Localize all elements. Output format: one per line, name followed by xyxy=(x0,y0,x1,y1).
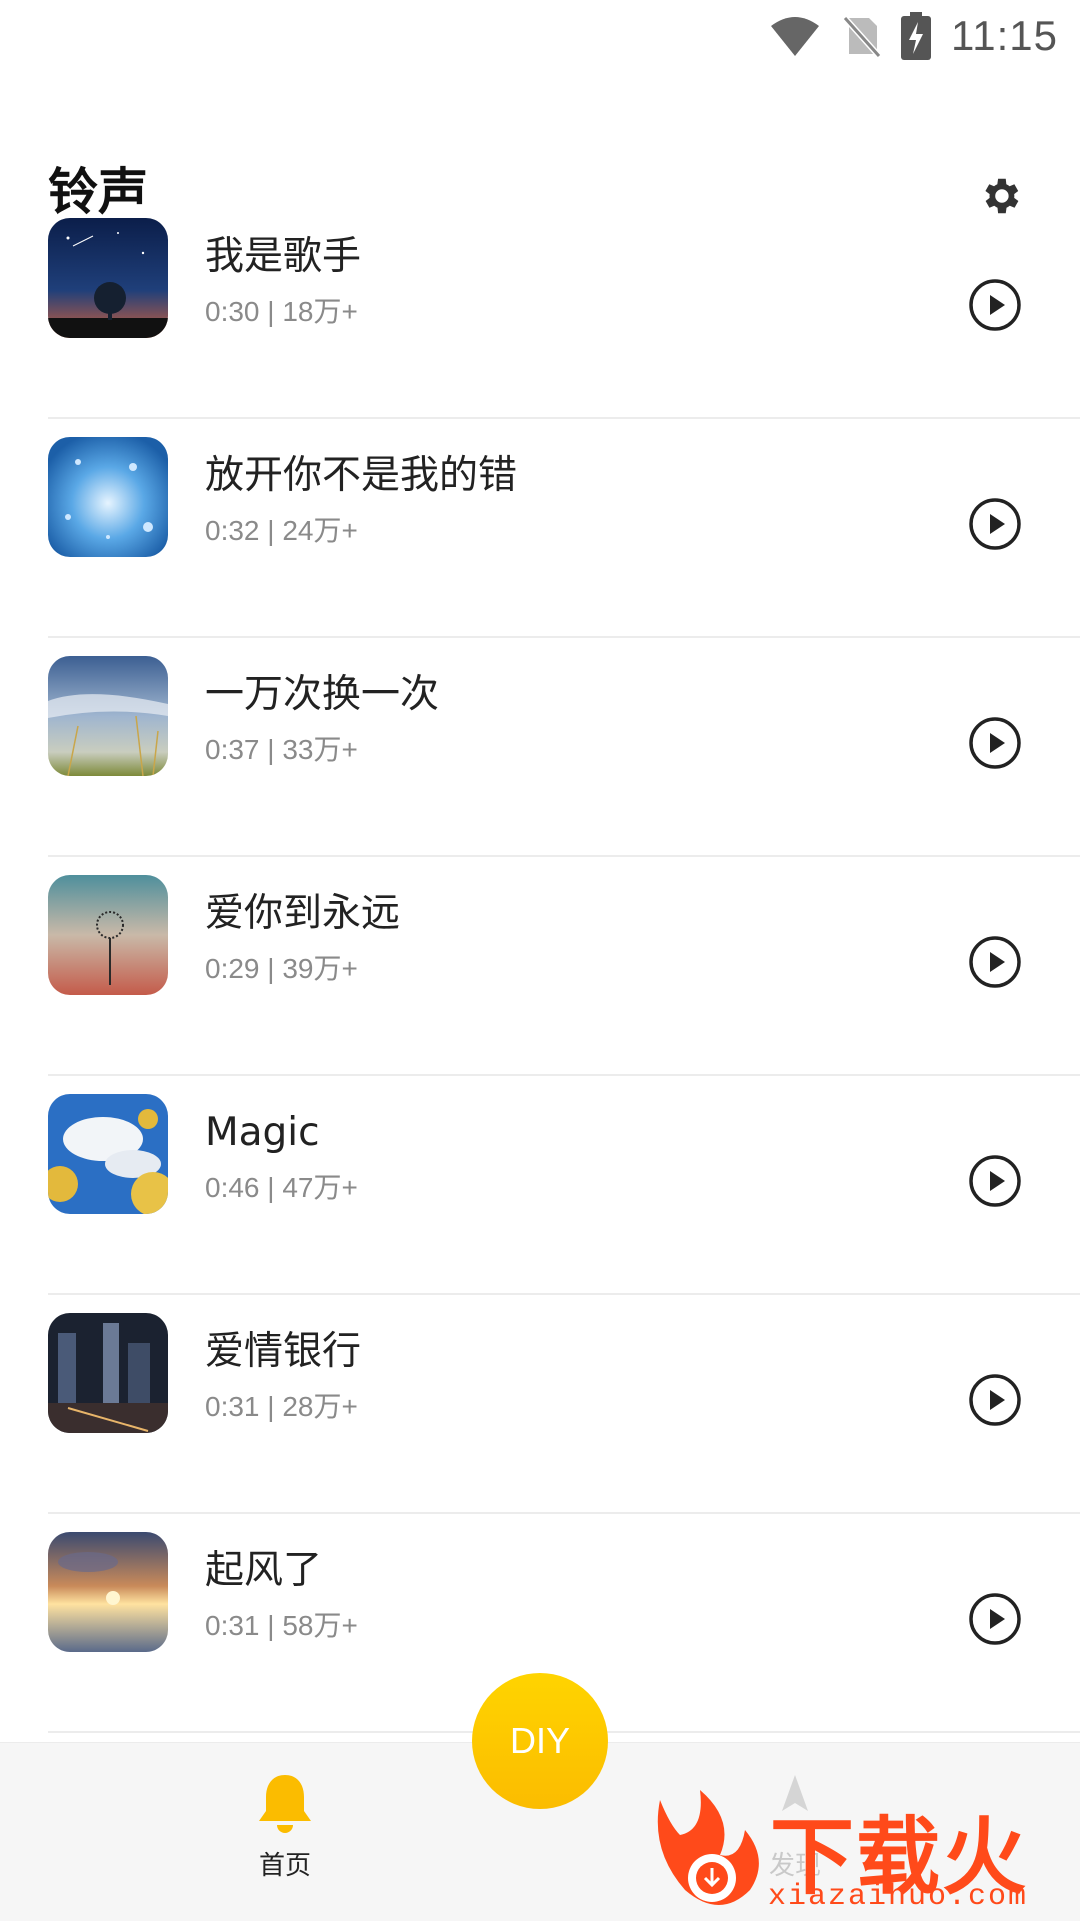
cover-image xyxy=(48,1313,168,1433)
bell-icon xyxy=(259,1775,311,1833)
cover-image xyxy=(48,1094,168,1214)
cover-image xyxy=(48,218,168,338)
status-icons: 11:15 xyxy=(769,8,1058,64)
play-button[interactable] xyxy=(968,1373,1022,1427)
battery-charging-icon xyxy=(901,12,931,60)
ringtone-meta: 0:29 | 39万+ xyxy=(205,953,358,984)
play-icon xyxy=(969,1155,1021,1207)
list-item[interactable]: 爱你到永远 0:29 | 39万+ xyxy=(0,857,1080,1076)
play-icon xyxy=(969,717,1021,769)
ringtone-meta: 0:46 | 47万+ xyxy=(205,1172,358,1203)
play-icon xyxy=(969,1593,1021,1645)
list-item[interactable]: Magic 0:46 | 47万+ xyxy=(0,1076,1080,1295)
cover-image xyxy=(48,656,168,776)
ringtone-title: 一万次换一次 xyxy=(205,672,440,717)
ringtone-title: 起风了 xyxy=(205,1548,323,1593)
ringtone-meta: 0:30 | 18万+ xyxy=(205,296,358,327)
play-icon xyxy=(969,279,1021,331)
ringtone-meta: 0:37 | 33万+ xyxy=(205,734,358,765)
wifi-icon xyxy=(769,14,821,58)
cover-image xyxy=(48,1532,168,1652)
cover-image xyxy=(48,875,168,995)
ringtone-title: 爱你到永远 xyxy=(205,891,401,936)
list-item[interactable]: 我是歌手 0:30 | 18万+ xyxy=(0,200,1080,419)
ringtone-title: 爱情银行 xyxy=(205,1329,362,1374)
play-button[interactable] xyxy=(968,1154,1022,1208)
list-item[interactable]: 放开你不是我的错 0:32 | 24万+ xyxy=(0,419,1080,638)
ringtone-meta: 0:31 | 58万+ xyxy=(205,1610,358,1641)
ringtone-title: 我是歌手 xyxy=(205,234,362,279)
play-button[interactable] xyxy=(968,716,1022,770)
watermark-url: xiazaihuo.com xyxy=(768,1880,1029,1914)
play-button[interactable] xyxy=(968,1592,1022,1646)
ringtone-title: 放开你不是我的错 xyxy=(205,453,518,498)
list-item[interactable]: 一万次换一次 0:37 | 33万+ xyxy=(0,638,1080,857)
ringtone-list: 我是歌手 0:30 | 18万+ 放开你不是我的错 0:32 | 24万+ 一万… xyxy=(0,200,1080,1733)
status-time: 11:15 xyxy=(951,12,1058,59)
play-icon xyxy=(969,936,1021,988)
no-sim-icon xyxy=(841,14,881,58)
ringtone-meta: 0:31 | 28万+ xyxy=(205,1391,358,1422)
cover-image xyxy=(48,437,168,557)
play-button[interactable] xyxy=(968,497,1022,551)
nav-home[interactable]: 首页 xyxy=(230,1771,340,1882)
watermark: 下载火 xiazaihuo.com xyxy=(640,1780,1080,1920)
ringtone-meta: 0:32 | 24万+ xyxy=(205,515,358,546)
play-button[interactable] xyxy=(968,935,1022,989)
ringtone-title: Magic xyxy=(205,1110,320,1155)
play-button[interactable] xyxy=(968,278,1022,332)
list-item[interactable]: 爱情银行 0:31 | 28万+ xyxy=(0,1295,1080,1514)
nav-home-label: 首页 xyxy=(258,1851,311,1881)
play-icon xyxy=(969,498,1021,550)
diy-button[interactable]: DIY xyxy=(472,1673,608,1809)
flame-logo-icon xyxy=(657,1790,759,1905)
play-icon xyxy=(969,1374,1021,1426)
status-bar: 11:15 xyxy=(0,0,1080,72)
